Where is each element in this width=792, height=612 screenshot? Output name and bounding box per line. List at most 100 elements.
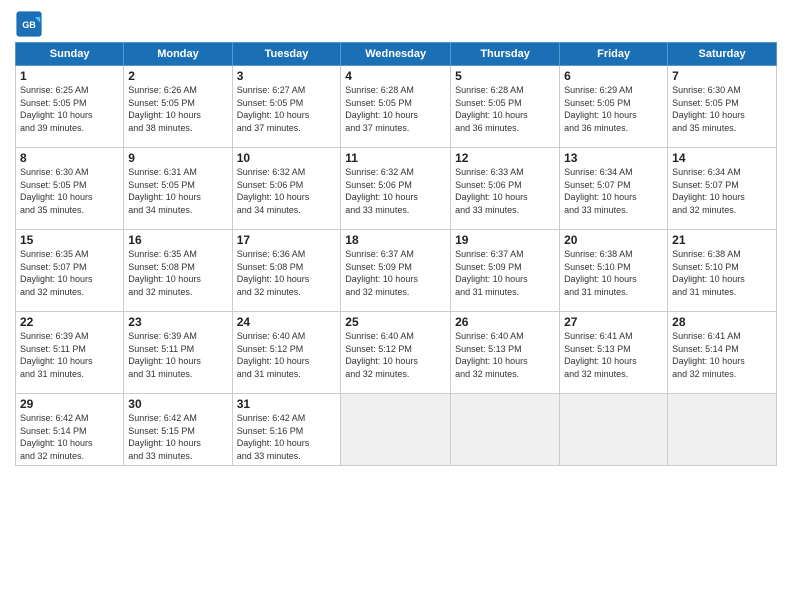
- day-number: 23: [128, 315, 227, 329]
- day-info: Sunrise: 6:41 AM Sunset: 5:13 PM Dayligh…: [564, 330, 663, 380]
- calendar-header-row: Sunday Monday Tuesday Wednesday Thursday…: [16, 43, 777, 66]
- day-number: 24: [237, 315, 337, 329]
- day-info: Sunrise: 6:28 AM Sunset: 5:05 PM Dayligh…: [455, 84, 555, 134]
- table-row: 21Sunrise: 6:38 AM Sunset: 5:10 PM Dayli…: [668, 230, 777, 312]
- calendar-week-row: 8Sunrise: 6:30 AM Sunset: 5:05 PM Daylig…: [16, 148, 777, 230]
- day-number: 18: [345, 233, 446, 247]
- table-row: 18Sunrise: 6:37 AM Sunset: 5:09 PM Dayli…: [341, 230, 451, 312]
- table-row: 28Sunrise: 6:41 AM Sunset: 5:14 PM Dayli…: [668, 312, 777, 394]
- col-thursday: Thursday: [451, 43, 560, 66]
- page-container: GB Sunday Monday Tuesday Wednesday Thurs…: [0, 0, 792, 476]
- day-info: Sunrise: 6:28 AM Sunset: 5:05 PM Dayligh…: [345, 84, 446, 134]
- table-row: [560, 394, 668, 466]
- day-number: 16: [128, 233, 227, 247]
- day-number: 12: [455, 151, 555, 165]
- logo-icon: GB: [15, 10, 43, 38]
- col-friday: Friday: [560, 43, 668, 66]
- day-info: Sunrise: 6:30 AM Sunset: 5:05 PM Dayligh…: [672, 84, 772, 134]
- table-row: 22Sunrise: 6:39 AM Sunset: 5:11 PM Dayli…: [16, 312, 124, 394]
- day-info: Sunrise: 6:42 AM Sunset: 5:15 PM Dayligh…: [128, 412, 227, 462]
- table-row: 7Sunrise: 6:30 AM Sunset: 5:05 PM Daylig…: [668, 66, 777, 148]
- table-row: 5Sunrise: 6:28 AM Sunset: 5:05 PM Daylig…: [451, 66, 560, 148]
- table-row: 1Sunrise: 6:25 AM Sunset: 5:05 PM Daylig…: [16, 66, 124, 148]
- calendar-week-row: 1Sunrise: 6:25 AM Sunset: 5:05 PM Daylig…: [16, 66, 777, 148]
- day-number: 27: [564, 315, 663, 329]
- day-number: 15: [20, 233, 119, 247]
- header: GB: [15, 10, 777, 38]
- day-number: 4: [345, 69, 446, 83]
- day-info: Sunrise: 6:31 AM Sunset: 5:05 PM Dayligh…: [128, 166, 227, 216]
- calendar-table: Sunday Monday Tuesday Wednesday Thursday…: [15, 42, 777, 466]
- table-row: 19Sunrise: 6:37 AM Sunset: 5:09 PM Dayli…: [451, 230, 560, 312]
- day-number: 25: [345, 315, 446, 329]
- day-number: 30: [128, 397, 227, 411]
- table-row: 8Sunrise: 6:30 AM Sunset: 5:05 PM Daylig…: [16, 148, 124, 230]
- day-number: 10: [237, 151, 337, 165]
- calendar-week-row: 15Sunrise: 6:35 AM Sunset: 5:07 PM Dayli…: [16, 230, 777, 312]
- table-row: 14Sunrise: 6:34 AM Sunset: 5:07 PM Dayli…: [668, 148, 777, 230]
- table-row: 12Sunrise: 6:33 AM Sunset: 5:06 PM Dayli…: [451, 148, 560, 230]
- table-row: 13Sunrise: 6:34 AM Sunset: 5:07 PM Dayli…: [560, 148, 668, 230]
- table-row: 26Sunrise: 6:40 AM Sunset: 5:13 PM Dayli…: [451, 312, 560, 394]
- table-row: 10Sunrise: 6:32 AM Sunset: 5:06 PM Dayli…: [232, 148, 341, 230]
- day-number: 29: [20, 397, 119, 411]
- calendar-week-row: 29Sunrise: 6:42 AM Sunset: 5:14 PM Dayli…: [16, 394, 777, 466]
- day-info: Sunrise: 6:38 AM Sunset: 5:10 PM Dayligh…: [672, 248, 772, 298]
- table-row: [341, 394, 451, 466]
- col-saturday: Saturday: [668, 43, 777, 66]
- logo: GB: [15, 10, 47, 38]
- day-number: 20: [564, 233, 663, 247]
- day-info: Sunrise: 6:42 AM Sunset: 5:14 PM Dayligh…: [20, 412, 119, 462]
- table-row: [451, 394, 560, 466]
- day-info: Sunrise: 6:34 AM Sunset: 5:07 PM Dayligh…: [672, 166, 772, 216]
- day-number: 7: [672, 69, 772, 83]
- day-number: 21: [672, 233, 772, 247]
- day-info: Sunrise: 6:42 AM Sunset: 5:16 PM Dayligh…: [237, 412, 337, 462]
- day-number: 3: [237, 69, 337, 83]
- table-row: 17Sunrise: 6:36 AM Sunset: 5:08 PM Dayli…: [232, 230, 341, 312]
- day-number: 17: [237, 233, 337, 247]
- calendar-week-row: 22Sunrise: 6:39 AM Sunset: 5:11 PM Dayli…: [16, 312, 777, 394]
- col-tuesday: Tuesday: [232, 43, 341, 66]
- table-row: 4Sunrise: 6:28 AM Sunset: 5:05 PM Daylig…: [341, 66, 451, 148]
- day-info: Sunrise: 6:32 AM Sunset: 5:06 PM Dayligh…: [345, 166, 446, 216]
- day-info: Sunrise: 6:35 AM Sunset: 5:07 PM Dayligh…: [20, 248, 119, 298]
- table-row: 27Sunrise: 6:41 AM Sunset: 5:13 PM Dayli…: [560, 312, 668, 394]
- table-row: 2Sunrise: 6:26 AM Sunset: 5:05 PM Daylig…: [124, 66, 232, 148]
- table-row: 15Sunrise: 6:35 AM Sunset: 5:07 PM Dayli…: [16, 230, 124, 312]
- day-info: Sunrise: 6:40 AM Sunset: 5:12 PM Dayligh…: [237, 330, 337, 380]
- day-info: Sunrise: 6:39 AM Sunset: 5:11 PM Dayligh…: [20, 330, 119, 380]
- day-info: Sunrise: 6:36 AM Sunset: 5:08 PM Dayligh…: [237, 248, 337, 298]
- table-row: 3Sunrise: 6:27 AM Sunset: 5:05 PM Daylig…: [232, 66, 341, 148]
- table-row: 24Sunrise: 6:40 AM Sunset: 5:12 PM Dayli…: [232, 312, 341, 394]
- day-number: 8: [20, 151, 119, 165]
- day-info: Sunrise: 6:26 AM Sunset: 5:05 PM Dayligh…: [128, 84, 227, 134]
- day-number: 28: [672, 315, 772, 329]
- table-row: 23Sunrise: 6:39 AM Sunset: 5:11 PM Dayli…: [124, 312, 232, 394]
- table-row: [668, 394, 777, 466]
- day-number: 14: [672, 151, 772, 165]
- day-info: Sunrise: 6:40 AM Sunset: 5:13 PM Dayligh…: [455, 330, 555, 380]
- day-info: Sunrise: 6:38 AM Sunset: 5:10 PM Dayligh…: [564, 248, 663, 298]
- svg-text:GB: GB: [22, 20, 36, 30]
- table-row: 16Sunrise: 6:35 AM Sunset: 5:08 PM Dayli…: [124, 230, 232, 312]
- day-info: Sunrise: 6:41 AM Sunset: 5:14 PM Dayligh…: [672, 330, 772, 380]
- day-info: Sunrise: 6:32 AM Sunset: 5:06 PM Dayligh…: [237, 166, 337, 216]
- day-number: 22: [20, 315, 119, 329]
- day-number: 1: [20, 69, 119, 83]
- col-sunday: Sunday: [16, 43, 124, 66]
- table-row: 20Sunrise: 6:38 AM Sunset: 5:10 PM Dayli…: [560, 230, 668, 312]
- day-number: 9: [128, 151, 227, 165]
- col-wednesday: Wednesday: [341, 43, 451, 66]
- table-row: 31Sunrise: 6:42 AM Sunset: 5:16 PM Dayli…: [232, 394, 341, 466]
- table-row: 25Sunrise: 6:40 AM Sunset: 5:12 PM Dayli…: [341, 312, 451, 394]
- day-number: 31: [237, 397, 337, 411]
- day-info: Sunrise: 6:29 AM Sunset: 5:05 PM Dayligh…: [564, 84, 663, 134]
- day-number: 13: [564, 151, 663, 165]
- day-number: 26: [455, 315, 555, 329]
- day-number: 19: [455, 233, 555, 247]
- day-number: 11: [345, 151, 446, 165]
- day-number: 2: [128, 69, 227, 83]
- table-row: 9Sunrise: 6:31 AM Sunset: 5:05 PM Daylig…: [124, 148, 232, 230]
- col-monday: Monday: [124, 43, 232, 66]
